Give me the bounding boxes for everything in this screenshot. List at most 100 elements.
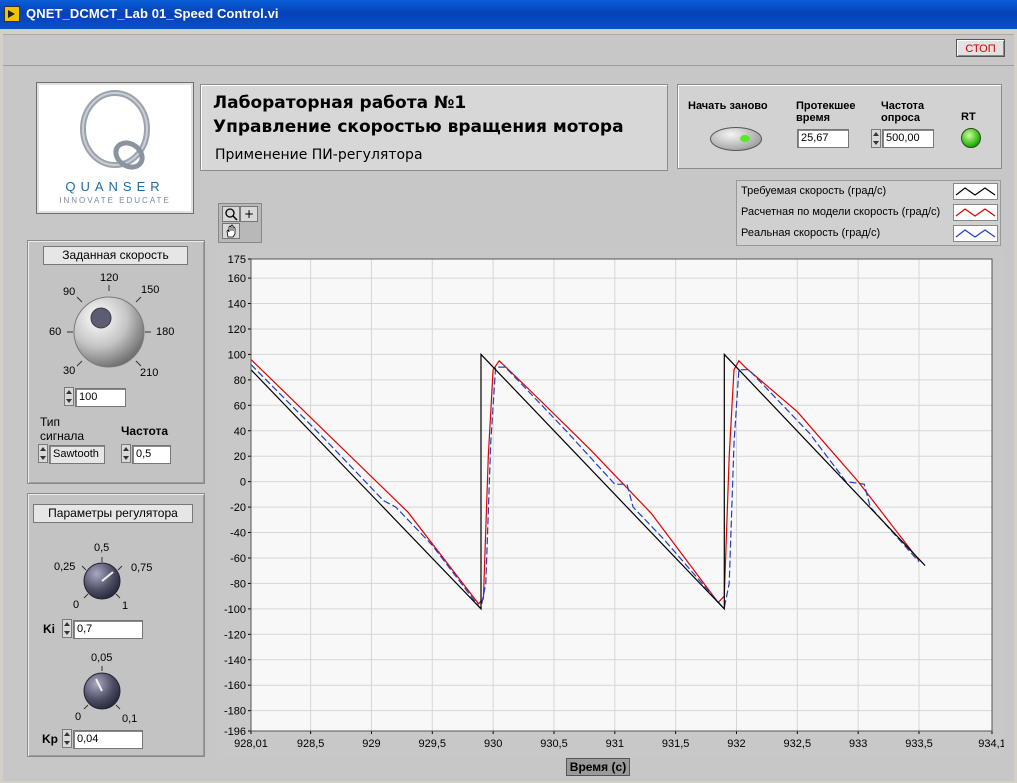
- legend-item-real[interactable]: Реальная скорость (град/с): [737, 223, 1000, 244]
- kp-tick-0: 0: [75, 711, 82, 723]
- kp-input[interactable]: 0,04: [73, 730, 143, 749]
- y-tick-label: 100: [228, 349, 246, 361]
- x-tick-label: 932,5: [784, 738, 812, 750]
- speed-chart[interactable]: 175 160 140 120 100 80 60 40 20 0 -20 -40 -60 -80 -100…: [217, 249, 1004, 757]
- ki-tick-05: 0,5: [94, 542, 110, 554]
- x-tick-label: 931,5: [662, 738, 690, 750]
- hand-icon[interactable]: [222, 223, 240, 239]
- restart-toggle-button[interactable]: [710, 127, 762, 151]
- regulator-panel-title: Параметры регулятора: [33, 504, 193, 523]
- x-tick-label: 933: [849, 738, 867, 750]
- frequency-spinner[interactable]: [121, 444, 131, 463]
- restart-label: Начать заново: [688, 100, 768, 112]
- legend-item-model[interactable]: Расчетная по модели скорость (град/с): [737, 202, 1000, 223]
- y-tick-label: -160: [224, 680, 246, 692]
- lab-title-line1: Лабораторная работа №1: [213, 93, 467, 113]
- x-tick-label: 929: [362, 738, 380, 750]
- setpoint-tick-30: 30: [63, 365, 76, 377]
- ki-label: Ki: [43, 622, 55, 636]
- signal-type-spinner[interactable]: [38, 444, 48, 463]
- setpoint-tick-60: 60: [49, 326, 62, 338]
- sample-rate-label: Частота опроса: [881, 100, 925, 124]
- signal-type-select[interactable]: Sawtooth: [49, 445, 105, 464]
- sample-rate-input[interactable]: 500,00: [882, 129, 934, 148]
- y-tick-label: 20: [234, 451, 246, 463]
- ki-tick-0: 0: [73, 599, 80, 611]
- y-tick-label: -20: [230, 502, 246, 514]
- legend-swatch-icon: [953, 204, 998, 221]
- x-tick-label: 932: [727, 738, 745, 750]
- ki-tick-075: 0,75: [131, 562, 153, 574]
- y-tick-label: 40: [234, 426, 246, 438]
- y-tick-label: -40: [230, 528, 246, 540]
- y-tick-label: 80: [234, 375, 246, 387]
- elapsed-time-indicator: 25,67: [797, 129, 849, 148]
- y-tick-label: -140: [224, 655, 246, 667]
- quanser-logo: QUANSER INNOVATE EDUCATE: [36, 82, 194, 214]
- legend-label: Расчетная по модели скорость (град/с): [741, 206, 941, 218]
- x-tick-label: 929,5: [419, 738, 447, 750]
- legend-label: Требуемая скорость (град/с): [741, 185, 887, 197]
- frequency-input[interactable]: 0,5: [132, 445, 171, 464]
- kp-tick-01: 0,1: [122, 713, 138, 725]
- legend-label: Реальная скорость (град/с): [741, 227, 881, 239]
- x-tick-label: 931: [606, 738, 624, 750]
- setpoint-tick-180: 180: [156, 326, 175, 338]
- logo-tagline: INNOVATE EDUCATE: [59, 196, 171, 205]
- y-tick-label: 175: [228, 254, 246, 266]
- y-tick-label: -196: [224, 726, 246, 738]
- sample-rate-spinner[interactable]: [871, 129, 881, 148]
- labview-app-icon: [4, 6, 20, 22]
- logo-brand: QUANSER: [65, 179, 165, 194]
- kp-tick-005: 0,05: [91, 652, 113, 664]
- x-tick-label: 930,5: [540, 738, 568, 750]
- frequency-label: Частота: [121, 424, 169, 438]
- y-tick-label: -180: [224, 706, 246, 718]
- crosshair-icon[interactable]: +: [240, 206, 258, 222]
- y-tick-label: -120: [224, 629, 246, 641]
- run-control-box: [677, 84, 1002, 169]
- y-tick-label: -80: [230, 578, 246, 590]
- title-bar: QNET_DCMCT_Lab 01_Speed Control.vi: [0, 0, 1017, 29]
- ki-spinner[interactable]: [62, 619, 72, 638]
- setpoint-tick-90: 90: [63, 286, 76, 298]
- q-logo-mark: [80, 90, 150, 170]
- window-title: QNET_DCMCT_Lab 01_Speed Control.vi: [26, 6, 279, 21]
- restart-led-icon: [740, 135, 750, 142]
- y-tick-label: 140: [228, 299, 246, 311]
- setpoint-input[interactable]: 100: [75, 388, 126, 407]
- legend-item-required[interactable]: Требуемая скорость (град/с): [737, 181, 1000, 202]
- setpoint-tick-120: 120: [100, 272, 119, 284]
- lab-title-box: Лабораторная работа №1 Управление скорос…: [200, 84, 668, 171]
- x-tick-label: 928,5: [297, 738, 325, 750]
- rt-label: RT: [961, 111, 976, 123]
- ki-input[interactable]: 0,7: [73, 620, 143, 639]
- ki-tick-1: 1: [122, 600, 129, 612]
- x-tick-label: 934,1: [978, 738, 1004, 750]
- y-tick-label: 0: [240, 477, 246, 489]
- graph-palette: +: [218, 203, 262, 243]
- x-tick-label: 928,01: [234, 738, 268, 750]
- signal-type-label: Тип сигнала: [40, 415, 85, 443]
- legend-swatch-icon: [953, 183, 998, 200]
- setpoint-tick-210: 210: [140, 367, 159, 379]
- kp-label: Kp: [42, 732, 58, 746]
- rt-status-led-icon: [961, 128, 981, 148]
- kp-spinner[interactable]: [62, 729, 72, 748]
- legend-swatch-icon: [953, 225, 998, 242]
- setpoint-tick-150: 150: [141, 284, 160, 296]
- lab-title-line2: Управление скоростью вращения мотора: [213, 117, 624, 137]
- stop-button[interactable]: СТОП: [956, 39, 1005, 57]
- x-axis-title: Время (с): [566, 758, 630, 776]
- y-tick-label: -100: [224, 604, 246, 616]
- ki-tick-025: 0,25: [54, 561, 76, 573]
- setpoint-panel-title: Заданная скорость: [43, 246, 188, 265]
- y-tick-label: -60: [230, 553, 246, 565]
- lab-subtitle: Применение ПИ-регулятора: [215, 147, 423, 163]
- panel-divider: [3, 65, 1014, 66]
- elapsed-time-label: Протекшее время: [796, 100, 856, 124]
- zoom-icon[interactable]: [222, 206, 240, 222]
- plot-legend: Требуемая скорость (град/с) Расчетная по…: [736, 180, 1001, 246]
- setpoint-spinner[interactable]: [64, 387, 74, 406]
- y-tick-label: 160: [228, 273, 246, 285]
